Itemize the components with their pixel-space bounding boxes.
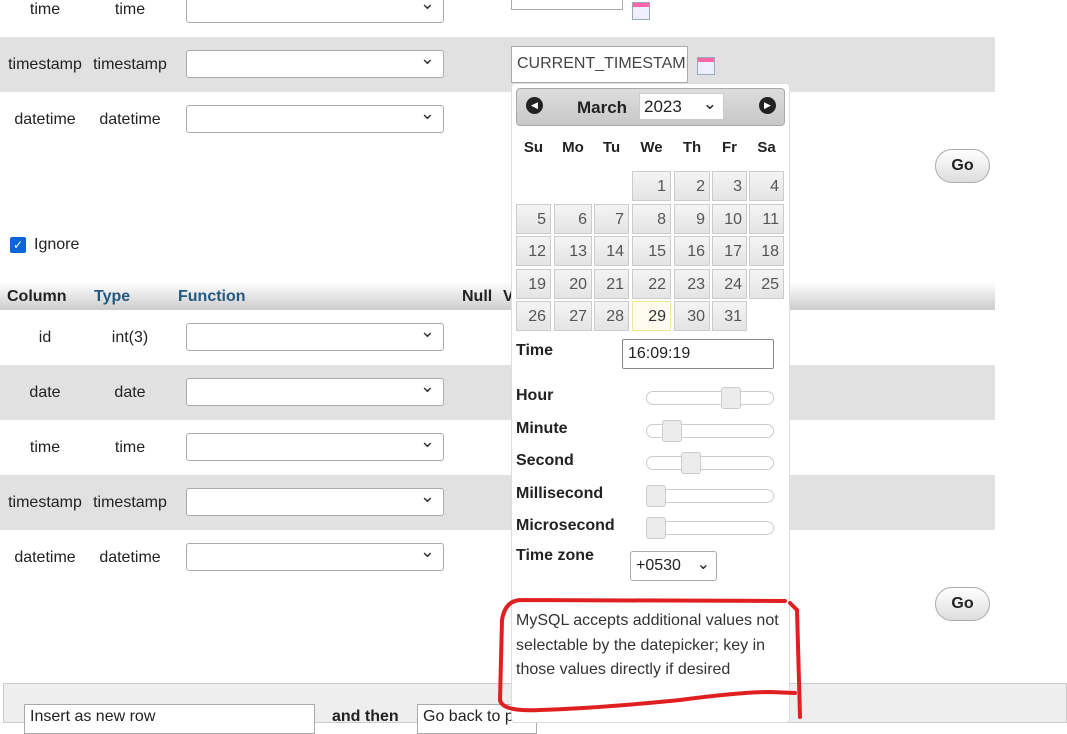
red-annotation [497, 598, 802, 719]
annotation-stroke [497, 598, 802, 719]
